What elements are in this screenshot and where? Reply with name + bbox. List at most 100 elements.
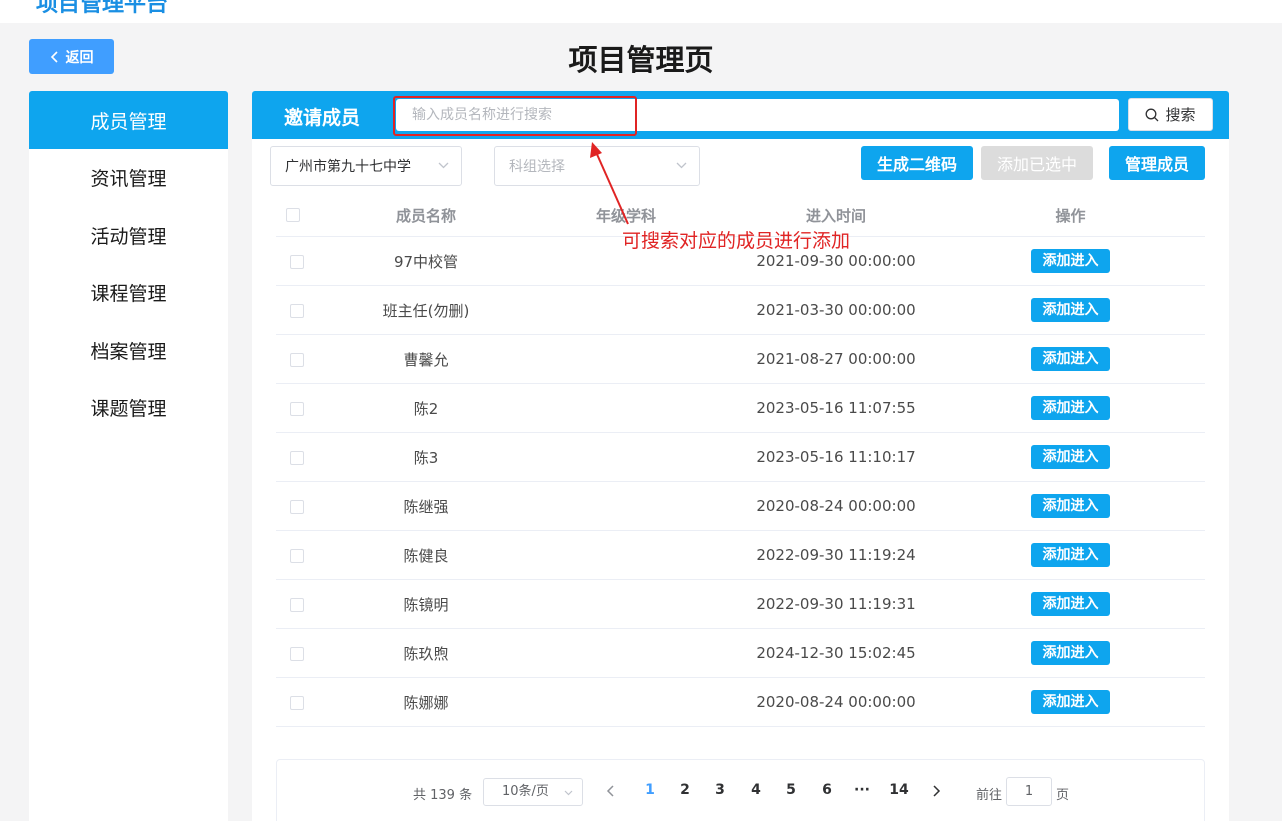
sidebar-item-members[interactable]: 成员管理 [29,91,228,149]
annotation-text: 可搜索对应的成员进行添加 [622,230,851,252]
school-select-value: 广州市第九十七中学 [285,159,411,175]
prev-page-icon[interactable] [605,784,617,798]
member-name: 陈镜明 [403,595,449,614]
table-row: 曹馨允 2021-08-27 00:00:00 添加进入 [276,335,1205,384]
row-op: 添加进入 [1031,641,1110,665]
sidebar-item-label: 资讯管理 [90,168,167,191]
next-page-icon[interactable] [930,784,942,798]
invite-title: 邀请成员 [284,107,361,129]
member-join-time: 2022-09-30 11:19:24 [756,546,916,564]
search-icon [1146,108,1159,121]
row-checkbox[interactable] [290,500,304,514]
member-join-time: 2023-05-16 11:10:17 [756,448,916,466]
table-row: 陈镜明 2022-09-30 11:19:31 添加进入 [276,580,1205,629]
table-row: 陈健良 2022-09-30 11:19:24 添加进入 [276,531,1205,580]
goto-page-input[interactable] [1006,777,1052,806]
page-size-value: 10条/页 [502,784,549,799]
row-op: 添加进入 [1031,298,1110,322]
page-number[interactable]: 2 [673,782,697,798]
select-all-checkbox[interactable] [286,208,300,222]
sidebar-item-activities[interactable]: 活动管理 [29,207,228,265]
member-search-input[interactable] [396,99,1119,131]
page-number[interactable]: 5 [779,782,803,798]
row-checkbox[interactable] [290,451,304,465]
member-join-time: 2022-09-30 11:19:31 [756,595,916,613]
add-enter-button[interactable]: 添加进入 [1031,445,1110,469]
member-name: 陈继强 [403,497,449,516]
table-row: 陈3 2023-05-16 11:10:17 添加进入 [276,433,1205,482]
table-row: 陈玖煦 2024-12-30 15:02:45 添加进入 [276,629,1205,678]
row-checkbox[interactable] [290,402,304,416]
table-row: 班主任(勿删) 2021-03-30 00:00:00 添加进入 [276,286,1205,335]
row-op: 添加进入 [1031,445,1110,469]
member-name: 班主任(勿删) [382,301,470,320]
member-name: 97中校管 [393,252,459,271]
search-button[interactable]: 搜索 [1128,98,1213,131]
add-selected-button[interactable]: 添加已选中 [981,146,1093,180]
page-number[interactable]: 14 [887,782,911,798]
table-row: 陈2 2023-05-16 11:07:55 添加进入 [276,384,1205,433]
row-checkbox[interactable] [290,353,304,367]
row-checkbox[interactable] [290,647,304,661]
header-op: 操作 [1055,206,1086,225]
member-join-time: 2024-12-30 15:02:45 [756,644,916,662]
sidebar-item-label: 课题管理 [90,398,167,421]
member-name: 陈2 [413,399,439,418]
sidebar-item-courses[interactable]: 课程管理 [29,264,228,322]
page-number[interactable]: 1 [638,782,662,798]
manage-members-button[interactable]: 管理成员 [1109,146,1205,180]
member-table: 成员名称 年级学科 进入时间 操作 97中校管 2021-09-30 00:00:… [276,194,1205,727]
row-checkbox[interactable] [290,304,304,318]
app-brand: 项目管理平台 [36,0,169,17]
subject-select[interactable]: 科组选择 [494,146,700,186]
page-number[interactable]: 3 [708,782,732,798]
member-join-time: 2020-08-24 00:00:00 [756,497,916,515]
page-title: 项目管理页 [568,43,714,77]
search-button-label: 搜索 [1165,106,1196,124]
sidebar: 成员管理 资讯管理 活动管理 课程管理 档案管理 课题管理 [29,91,228,821]
generate-qr-button[interactable]: 生成二维码 [861,146,973,180]
add-enter-button[interactable]: 添加进入 [1031,298,1110,322]
row-checkbox[interactable] [290,696,304,710]
add-enter-button[interactable]: 添加进入 [1031,641,1110,665]
row-checkbox[interactable] [290,255,304,269]
goto-label: 前往 [976,788,1003,803]
table-row: 陈娜娜 2020-08-24 00:00:00 添加进入 [276,678,1205,727]
goto-unit: 页 [1056,788,1070,803]
row-op: 添加进入 [1031,690,1110,714]
row-op: 添加进入 [1031,543,1110,567]
sidebar-item-label: 档案管理 [90,340,167,363]
row-op: 添加进入 [1031,494,1110,518]
header-grade: 年级学科 [595,206,656,225]
member-join-time: 2021-08-27 00:00:00 [756,350,916,368]
header-name: 成员名称 [395,206,456,225]
pagination: 共 139 条 10条/页 123456 ··· 14 前往 页 [276,759,1205,821]
chevron-down-icon [676,162,687,169]
add-enter-button[interactable]: 添加进入 [1031,690,1110,714]
add-enter-button[interactable]: 添加进入 [1031,494,1110,518]
chevron-down-icon [438,162,449,169]
member-join-time: 2021-09-30 00:00:00 [756,252,916,270]
add-enter-button[interactable]: 添加进入 [1031,249,1110,273]
sidebar-item-label: 成员管理 [90,110,167,133]
page-number[interactable]: 6 [815,782,839,798]
member-name: 陈3 [413,448,439,467]
sidebar-item-topics[interactable]: 课题管理 [29,379,228,437]
add-enter-button[interactable]: 添加进入 [1031,396,1110,420]
row-checkbox[interactable] [290,549,304,563]
page-size-select[interactable]: 10条/页 [483,778,583,806]
add-enter-button[interactable]: 添加进入 [1031,347,1110,371]
member-name: 陈玖煦 [403,644,449,663]
row-op: 添加进入 [1031,592,1110,616]
add-enter-button[interactable]: 添加进入 [1031,592,1110,616]
school-select[interactable]: 广州市第九十七中学 [270,146,462,186]
page-number[interactable]: 4 [744,782,768,798]
page-ellipsis[interactable]: ··· [850,782,874,798]
sidebar-item-news[interactable]: 资讯管理 [29,149,228,207]
pagination-total: 共 139 条 [413,788,473,803]
member-name: 陈娜娜 [403,693,449,712]
row-checkbox[interactable] [290,598,304,612]
member-join-time: 2023-05-16 11:07:55 [756,399,916,417]
add-enter-button[interactable]: 添加进入 [1031,543,1110,567]
sidebar-item-archives[interactable]: 档案管理 [29,322,228,380]
